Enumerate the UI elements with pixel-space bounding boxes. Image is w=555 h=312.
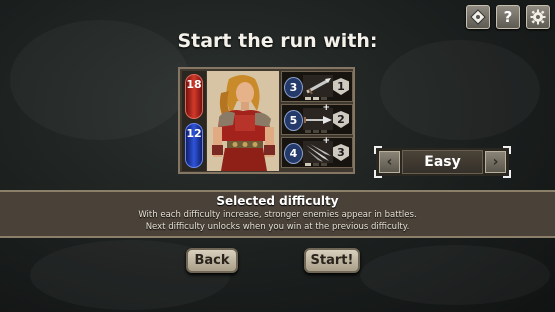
upgrade-plus-icon: + bbox=[322, 136, 330, 146]
damage-badge: 2 bbox=[333, 111, 349, 128]
chevron-right-icon: › bbox=[492, 154, 499, 170]
damage-badge: 1 bbox=[333, 78, 349, 95]
dagger-icon bbox=[303, 75, 333, 97]
start-button[interactable]: Start! bbox=[304, 248, 360, 273]
health-orb: 18 bbox=[185, 74, 203, 119]
hero-card[interactable]: 18 12 3 1 5 + 2 4 + 3 bbox=[178, 67, 355, 174]
ability-slot-1[interactable]: 3 1 bbox=[281, 71, 353, 102]
info-heading: Selected difficulty bbox=[216, 194, 339, 208]
ability-slot-2[interactable]: 5 + 2 bbox=[281, 103, 353, 135]
gear-icon bbox=[530, 9, 546, 25]
ability-slot-3[interactable]: 4 + 3 bbox=[281, 136, 353, 168]
mana-orb: 12 bbox=[185, 123, 203, 168]
help-button[interactable]: ? bbox=[496, 5, 520, 29]
info-line-2: Next difficulty unlocks when you win at … bbox=[145, 222, 410, 232]
back-button[interactable]: Back bbox=[186, 248, 238, 273]
upgrade-plus-icon: + bbox=[322, 103, 330, 113]
help-icon: ? bbox=[503, 8, 513, 26]
background-rock bbox=[360, 245, 550, 305]
damage-badge: 3 bbox=[333, 144, 349, 161]
cost-badge: 5 bbox=[284, 110, 303, 131]
background-rock bbox=[380, 40, 540, 140]
upgrade-pips bbox=[305, 163, 327, 166]
upgrade-pips bbox=[305, 97, 327, 100]
chevron-left-icon: ‹ bbox=[386, 154, 393, 170]
page-title: Start the run with: bbox=[177, 30, 378, 52]
hero-portrait bbox=[207, 71, 279, 171]
upgrade-pips bbox=[305, 130, 327, 133]
health-value: 18 bbox=[186, 78, 202, 91]
cost-badge: 3 bbox=[284, 77, 303, 98]
map-button[interactable] bbox=[466, 5, 490, 29]
stat-column: 18 12 bbox=[182, 71, 206, 171]
difficulty-value: Easy bbox=[402, 150, 483, 174]
info-line-1: With each difficulty increase, stronger … bbox=[138, 210, 417, 220]
difficulty-selector: ‹ Easy › bbox=[374, 146, 511, 178]
difficulty-next-button[interactable]: › bbox=[485, 151, 506, 173]
diamond-tag-icon bbox=[470, 9, 486, 25]
cost-badge: 4 bbox=[284, 143, 303, 164]
mana-value: 12 bbox=[186, 127, 202, 140]
difficulty-info-panel: Selected difficulty With each difficulty… bbox=[0, 190, 555, 238]
settings-button[interactable] bbox=[526, 5, 550, 29]
difficulty-prev-button[interactable]: ‹ bbox=[379, 151, 400, 173]
